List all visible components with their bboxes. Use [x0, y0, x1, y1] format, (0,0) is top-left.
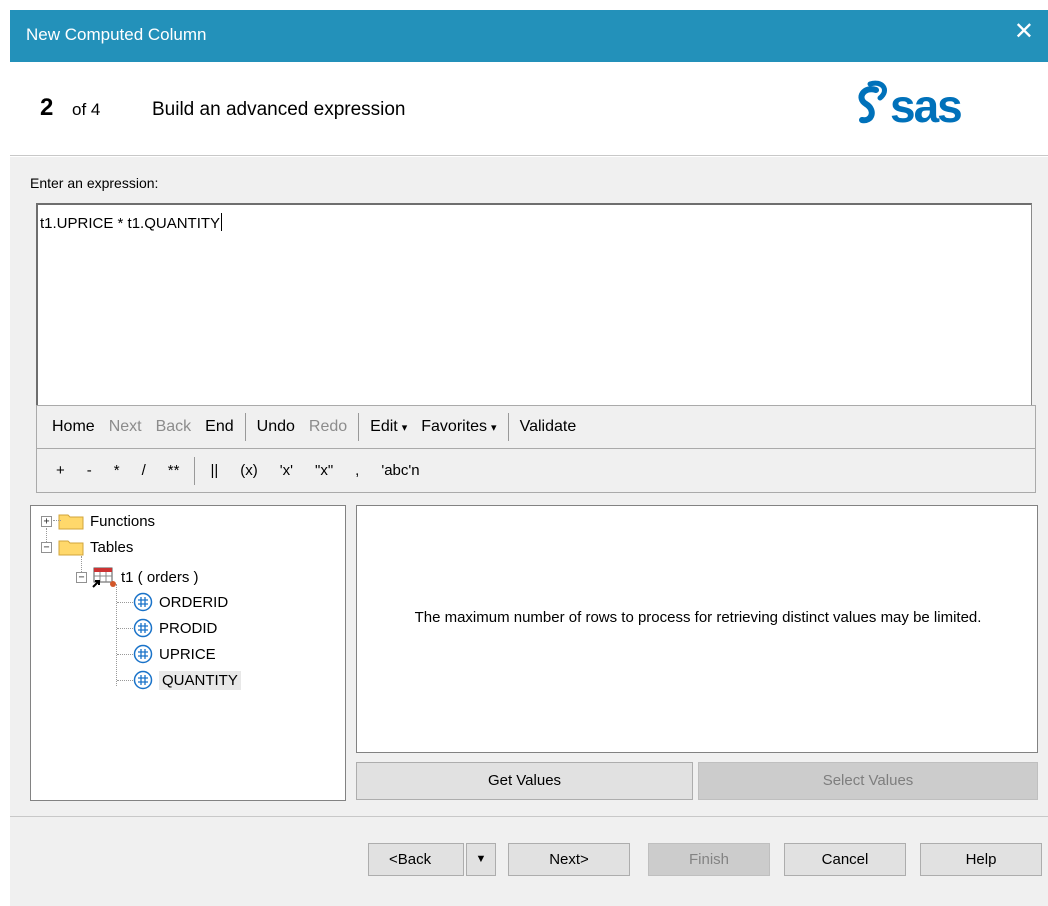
back-nav-button[interactable]: Back — [149, 418, 199, 436]
next-nav-button[interactable]: Next — [102, 418, 149, 436]
operator-minus[interactable]: - — [76, 462, 103, 479]
folder-icon — [58, 514, 84, 530]
operator-plus[interactable]: + — [45, 462, 76, 479]
tree-item-column-selected[interactable]: QUANTITY — [117, 670, 241, 690]
next-button[interactable]: Next> — [508, 843, 630, 876]
tree-label-column: PRODID — [159, 619, 218, 637]
close-icon[interactable]: ✕ — [1014, 20, 1034, 44]
window-title: New Computed Column — [26, 25, 207, 44]
favorites-menu-label: Favorites — [421, 418, 488, 435]
table-icon — [92, 567, 116, 588]
toolbar-separator — [244, 413, 246, 441]
operator-toolbar: + - * / ** || (x) 'x' "x" , 'abc'n — [36, 449, 1036, 493]
numeric-column-icon — [133, 592, 153, 612]
chevron-down-icon: ▾ — [401, 422, 408, 434]
edit-menu-label: Edit — [370, 418, 398, 435]
operator-comma[interactable]: , — [344, 462, 370, 479]
numeric-column-icon — [133, 644, 153, 664]
select-values-button[interactable]: Select Values — [698, 762, 1038, 800]
get-values-button[interactable]: Get Values — [356, 762, 693, 800]
home-button[interactable]: Home — [45, 418, 102, 436]
help-button[interactable]: Help — [920, 843, 1042, 876]
tree-item-column[interactable]: PRODID — [117, 618, 217, 638]
numeric-column-icon — [133, 670, 153, 690]
wizard-footer: <Back ▼ Next> Finish Cancel Help — [10, 816, 1048, 906]
cancel-button[interactable]: Cancel — [784, 843, 906, 876]
step-title: Build an advanced expression — [152, 99, 406, 120]
expression-label: Enter an expression: — [30, 175, 159, 191]
end-button[interactable]: End — [198, 418, 240, 436]
tree-item-table-t1[interactable]: − t1 ( orders ) — [76, 566, 199, 588]
folder-icon — [58, 540, 84, 556]
step-of-total: of 4 — [72, 100, 101, 119]
tree-label-functions: Functions — [90, 512, 156, 530]
tree-label-column: UPRICE — [159, 645, 216, 663]
title-bar: New Computed Column ✕ — [10, 10, 1048, 62]
operator-divide[interactable]: / — [131, 462, 157, 479]
text-caret — [221, 213, 223, 231]
validate-button[interactable]: Validate — [513, 418, 584, 436]
collapse-icon[interactable]: − — [76, 571, 87, 583]
wizard-header: 2 of 4 Build an advanced expression sas — [10, 62, 1048, 156]
finish-button[interactable]: Finish — [648, 843, 770, 876]
tree-label-table: t1 ( orders ) — [121, 568, 199, 586]
tree-item-column[interactable]: UPRICE — [117, 644, 216, 664]
values-info-message: The maximum number of rows to process fo… — [414, 609, 982, 626]
expression-text: t1.UPRICE * t1.QUANTITY — [40, 215, 221, 232]
toolbar-separator — [194, 456, 196, 485]
chevron-down-icon: ▾ — [491, 422, 497, 434]
expression-toolbar: Home Next Back End Undo Redo Edit ▾ Favor… — [36, 405, 1036, 449]
expand-icon[interactable]: + — [41, 515, 52, 527]
operator-multiply[interactable]: * — [103, 462, 131, 479]
logo-text: sas — [890, 80, 961, 132]
expression-editor[interactable]: t1.UPRICE * t1.QUANTITY — [36, 203, 1032, 407]
back-dropdown-button[interactable]: ▼ — [466, 843, 496, 876]
step-number: 2 — [40, 94, 54, 121]
favorites-menu[interactable]: Favorites ▾ — [414, 418, 503, 436]
tree-label-tables: Tables — [90, 538, 134, 556]
data-tree: + Functions − Tables − t1 ( orders ) ORD… — [30, 505, 346, 801]
operator-name-literal[interactable]: 'abc'n — [370, 462, 430, 479]
sas-logo: sas — [850, 76, 1000, 140]
toolbar-separator — [507, 413, 509, 441]
tree-item-functions[interactable]: + Functions — [41, 512, 155, 530]
back-button[interactable]: <Back — [368, 843, 464, 876]
values-panel: The maximum number of rows to process fo… — [356, 505, 1038, 753]
numeric-column-icon — [133, 618, 153, 638]
undo-button[interactable]: Undo — [250, 418, 302, 436]
operator-concat[interactable]: || — [199, 462, 229, 479]
operator-single-quote[interactable]: 'x' — [269, 462, 304, 479]
tree-label-column: QUANTITY — [159, 670, 241, 690]
operator-double-quote[interactable]: "x" — [304, 462, 344, 479]
main-content: Enter an expression: t1.UPRICE * t1.QUAN… — [10, 157, 1048, 817]
tree-item-tables[interactable]: − Tables — [41, 538, 133, 556]
edit-menu[interactable]: Edit ▾ — [363, 418, 414, 436]
tree-item-column[interactable]: ORDERID — [117, 592, 228, 612]
tree-label-column: ORDERID — [159, 593, 229, 611]
collapse-icon[interactable]: − — [41, 541, 52, 553]
operator-parentheses[interactable]: (x) — [229, 462, 269, 479]
toolbar-separator — [358, 413, 360, 441]
operator-power[interactable]: ** — [157, 462, 191, 479]
redo-button[interactable]: Redo — [302, 418, 354, 436]
